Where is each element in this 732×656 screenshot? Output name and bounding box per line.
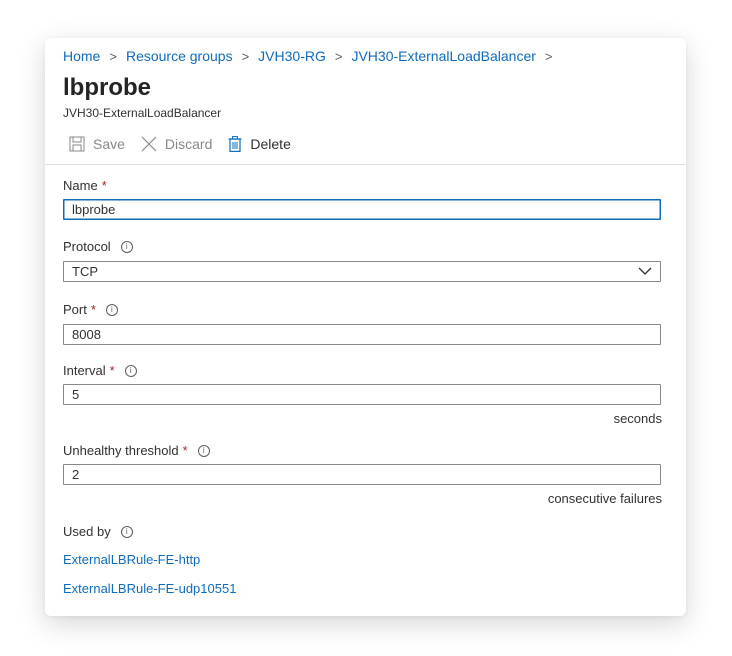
save-icon bbox=[69, 136, 85, 152]
save-button[interactable]: Save bbox=[69, 136, 125, 152]
used-by-label-text: Used by bbox=[63, 524, 111, 539]
info-icon[interactable]: i bbox=[120, 240, 133, 253]
probe-editor-panel: Home > Resource groups > JVH30-RG > JVH3… bbox=[45, 38, 686, 616]
unhealthy-threshold-input-value: 2 bbox=[72, 467, 80, 482]
protocol-select[interactable]: TCP bbox=[63, 261, 661, 282]
required-indicator: * bbox=[182, 443, 188, 458]
interval-label-text: Interval bbox=[63, 363, 106, 378]
interval-unit: seconds bbox=[613, 411, 662, 426]
port-label-text: Port bbox=[63, 302, 87, 317]
name-input[interactable]: lbprobe bbox=[63, 199, 661, 220]
used-by-label: Used by i bbox=[63, 524, 133, 539]
protocol-label: Protocol i bbox=[63, 239, 133, 254]
info-icon[interactable]: i bbox=[120, 525, 133, 538]
name-label: Name * bbox=[63, 178, 107, 193]
close-icon bbox=[141, 136, 157, 152]
info-icon[interactable]: i bbox=[105, 303, 118, 316]
required-indicator: * bbox=[90, 302, 96, 317]
chevron-right-icon: > bbox=[241, 48, 250, 64]
page-title: lbprobe bbox=[63, 74, 151, 101]
unhealthy-threshold-unit: consecutive failures bbox=[547, 491, 662, 506]
interval-input-value: 5 bbox=[72, 387, 80, 402]
name-input-value: lbprobe bbox=[72, 202, 116, 217]
chevron-right-icon: > bbox=[544, 48, 553, 64]
breadcrumb: Home > Resource groups > JVH30-RG > JVH3… bbox=[63, 48, 562, 64]
toolbar-divider bbox=[45, 164, 686, 165]
used-by-link-udp[interactable]: ExternalLBRule-FE-udp10551 bbox=[63, 581, 236, 596]
delete-button[interactable]: Delete bbox=[228, 136, 291, 152]
protocol-select-value: TCP bbox=[72, 264, 98, 279]
port-input-value: 8008 bbox=[72, 327, 101, 342]
discard-label: Discard bbox=[164, 136, 213, 152]
interval-input[interactable]: 5 bbox=[63, 384, 661, 405]
port-input[interactable]: 8008 bbox=[63, 324, 661, 345]
command-bar: Save Discard Delete bbox=[69, 136, 307, 152]
unhealthy-threshold-label: Unhealthy threshold * i bbox=[63, 443, 210, 458]
required-indicator: * bbox=[101, 178, 107, 193]
interval-label: Interval * i bbox=[63, 363, 137, 378]
chevron-down-icon bbox=[638, 267, 652, 275]
breadcrumb-home[interactable]: Home bbox=[63, 48, 100, 64]
chevron-right-icon: > bbox=[109, 48, 117, 64]
unhealthy-threshold-input[interactable]: 2 bbox=[63, 464, 661, 485]
port-label: Port * i bbox=[63, 302, 118, 317]
trash-icon bbox=[228, 136, 242, 152]
page-subtitle: JVH30-ExternalLoadBalancer bbox=[63, 106, 222, 120]
info-icon[interactable]: i bbox=[197, 444, 210, 457]
required-indicator: * bbox=[109, 363, 115, 378]
name-label-text: Name bbox=[63, 178, 98, 193]
save-label: Save bbox=[93, 136, 125, 152]
breadcrumb-load-balancer[interactable]: JVH30-ExternalLoadBalancer bbox=[351, 48, 535, 64]
discard-button[interactable]: Discard bbox=[141, 136, 212, 152]
breadcrumb-resource-groups[interactable]: Resource groups bbox=[126, 48, 233, 64]
unhealthy-threshold-label-text: Unhealthy threshold bbox=[63, 443, 179, 458]
protocol-label-text: Protocol bbox=[63, 239, 111, 254]
delete-label: Delete bbox=[250, 136, 291, 152]
info-icon[interactable]: i bbox=[124, 364, 137, 377]
used-by-link-http[interactable]: ExternalLBRule-FE-http bbox=[63, 552, 200, 567]
breadcrumb-resource-group[interactable]: JVH30-RG bbox=[258, 48, 326, 64]
chevron-right-icon: > bbox=[334, 48, 343, 64]
